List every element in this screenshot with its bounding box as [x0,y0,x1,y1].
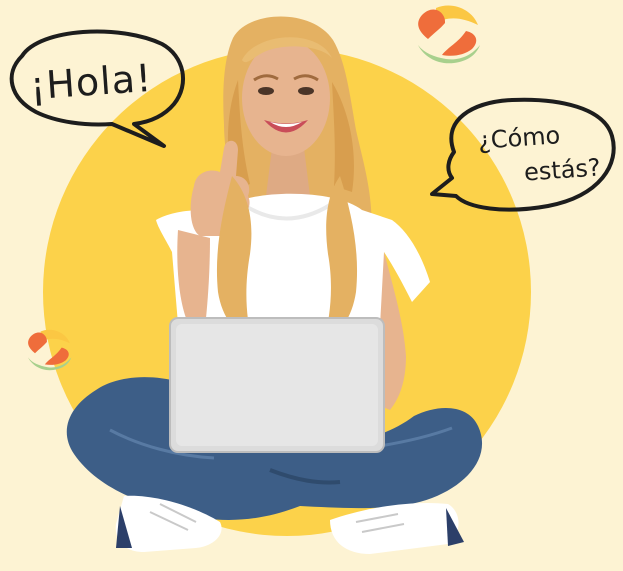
hero-illustration: ¡Hola! ¿Cómo estás? [0,0,623,571]
logo-left-icon [28,329,72,371]
laptop [169,317,385,453]
speech-text-estas: estás? [523,153,602,187]
speech-text-como: ¿Cómo [477,121,562,155]
speech-text-hola: ¡Hola! [28,55,154,109]
logo-top-icon [418,5,480,64]
